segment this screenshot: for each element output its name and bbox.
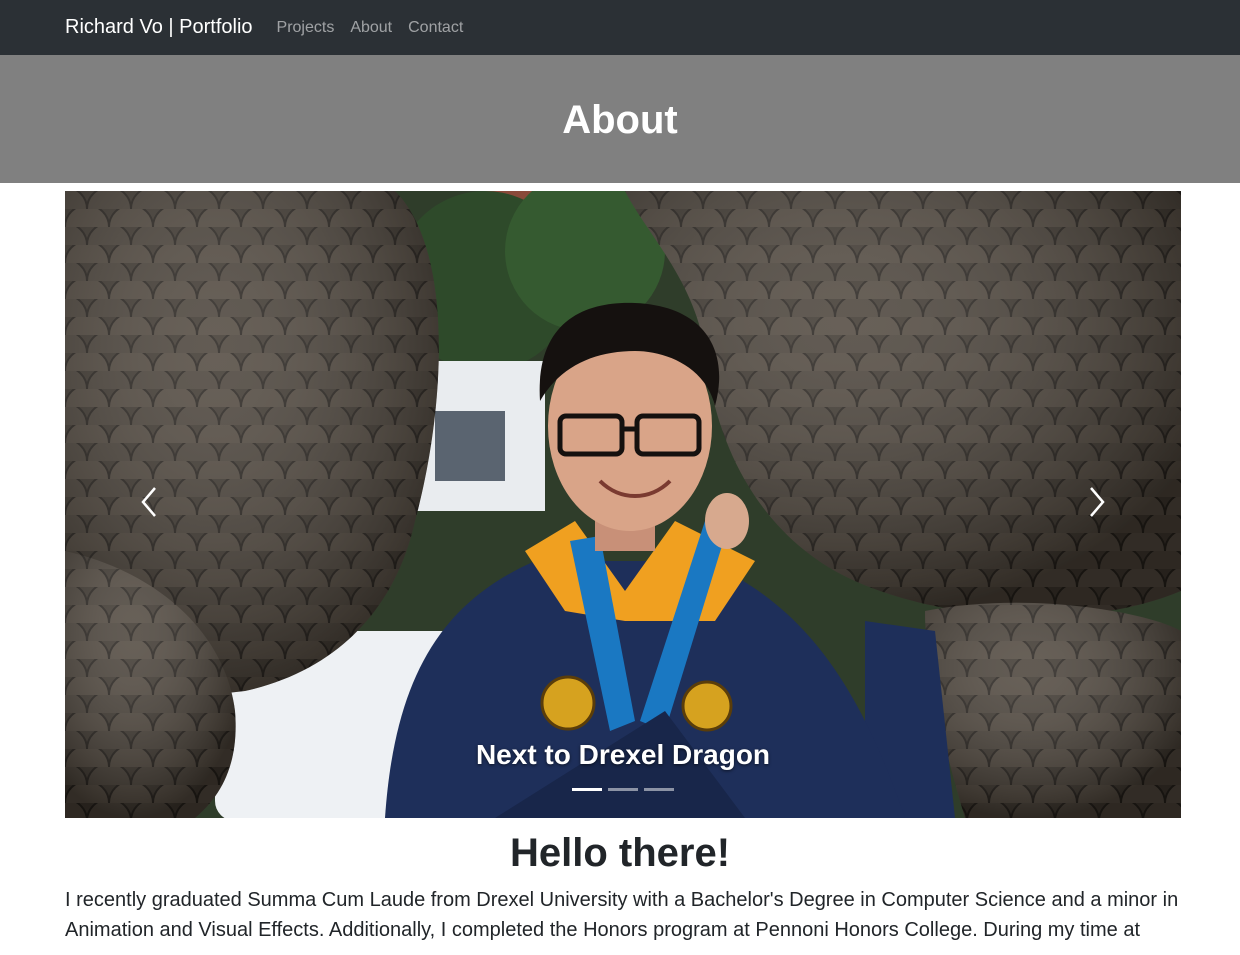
page-title: About <box>562 97 678 142</box>
photo-carousel[interactable]: Next to Drexel Dragon <box>65 191 1181 818</box>
carousel-indicator-1[interactable] <box>572 788 602 791</box>
chevron-right-icon <box>1087 486 1107 523</box>
carousel-indicator-3[interactable] <box>644 788 674 791</box>
brand-link[interactable]: Richard Vo | Portfolio <box>65 16 253 39</box>
nav-link-about[interactable]: About <box>350 19 392 37</box>
carousel-caption: Next to Drexel Dragon <box>475 739 771 770</box>
page-header: About <box>0 55 1240 183</box>
carousel-prev-button[interactable] <box>65 191 232 818</box>
greeting-heading: Hello there! <box>509 831 731 875</box>
nav-link-projects[interactable]: Projects <box>277 19 335 37</box>
carousel-indicators <box>65 788 1181 791</box>
carousel-next-button[interactable] <box>1014 191 1181 818</box>
navbar: Richard Vo | Portfolio Projects About Co… <box>0 0 1240 55</box>
bio-paragraph: I recently graduated Summa Cum Laude fro… <box>65 889 1179 941</box>
nav-links: Projects About Contact <box>277 19 464 37</box>
nav-link-contact[interactable]: Contact <box>408 19 463 37</box>
carousel-indicator-2[interactable] <box>608 788 638 791</box>
chevron-left-icon <box>139 486 159 523</box>
